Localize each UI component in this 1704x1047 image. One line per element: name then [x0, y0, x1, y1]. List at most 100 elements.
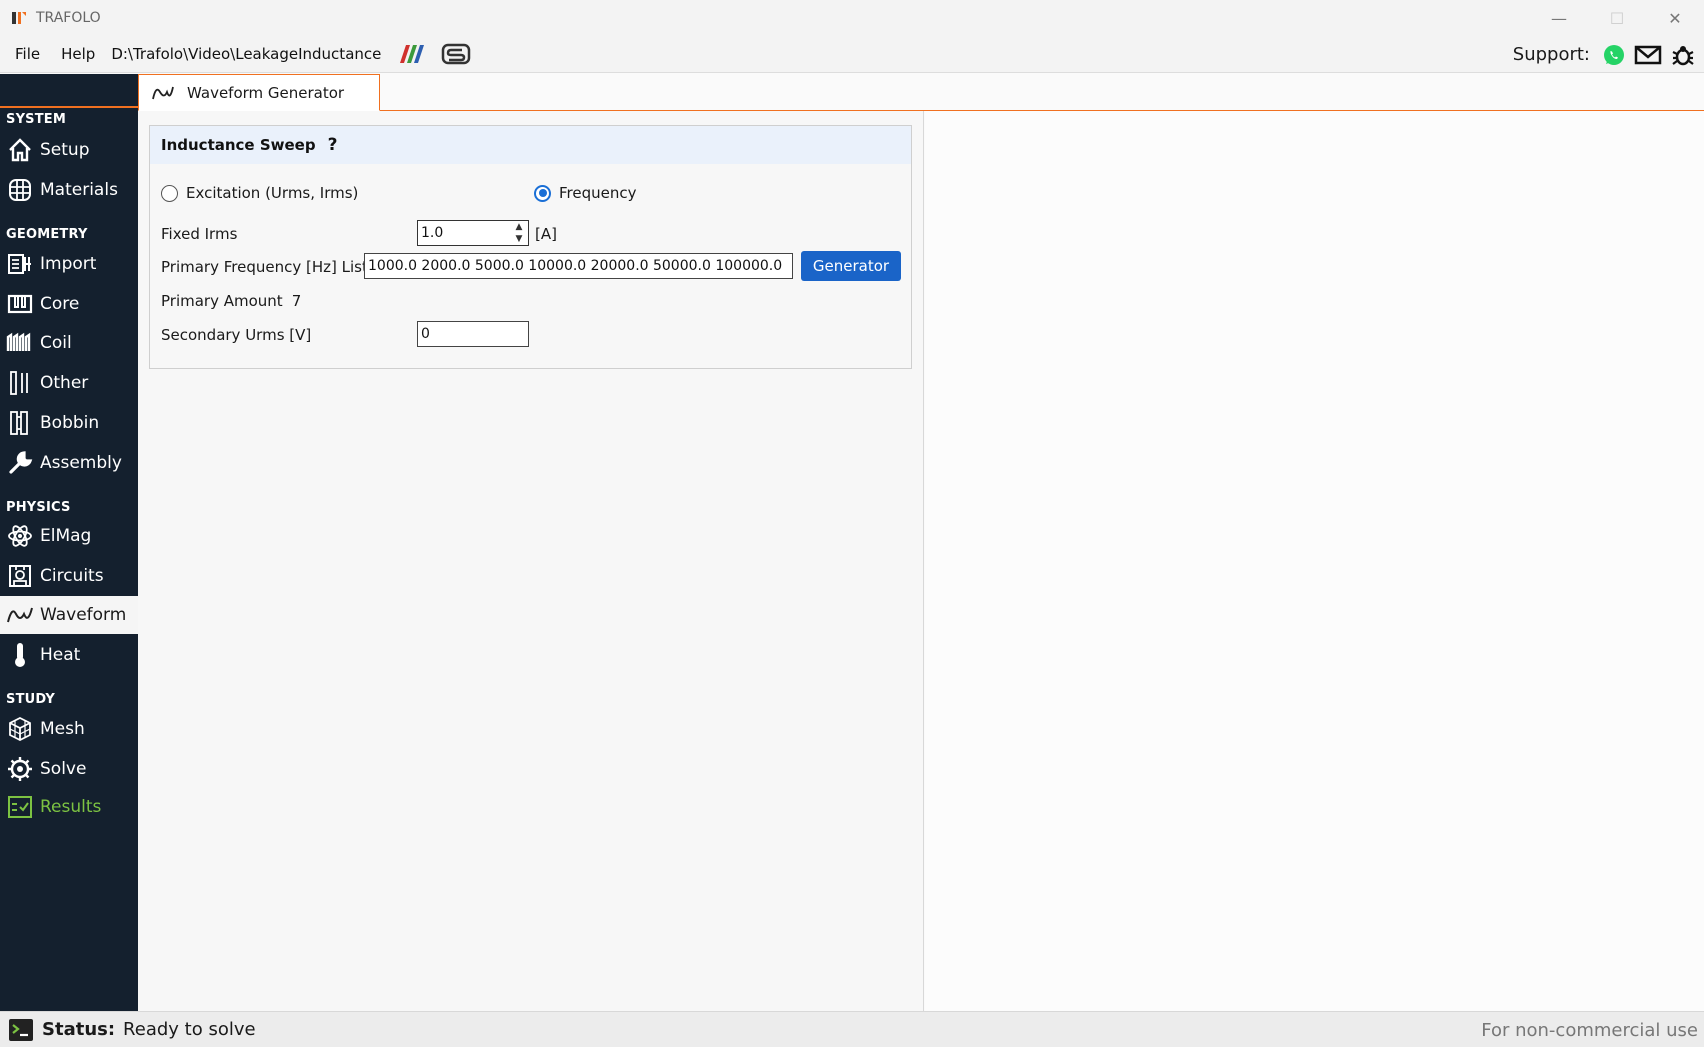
sidebar-item-bobbin[interactable]: Bobbin — [0, 404, 138, 442]
sidebar-item-heat[interactable]: Heat — [0, 636, 138, 674]
sine-wave-icon — [152, 86, 174, 99]
spin-down-icon[interactable]: ▼ — [516, 234, 523, 244]
sidebar-item-label: Assembly — [40, 453, 122, 473]
other-parts-icon — [6, 369, 34, 397]
status-label: Status: — [42, 1019, 116, 1040]
sidebar-item-label: Import — [40, 254, 97, 274]
close-button[interactable]: ✕ — [1646, 0, 1704, 36]
menu-bar: File Help D:\Trafolo\Video\LeakageInduct… — [0, 36, 1704, 73]
fixed-irms-label: Fixed Irms — [161, 225, 238, 243]
trafolo-app-icon — [12, 12, 26, 24]
sidebar-item-label: Results — [40, 797, 102, 817]
main-content: Inductance Sweep ? Excitation (Urms, Irm… — [138, 111, 924, 1011]
tab-strip: Waveform Generator — [138, 74, 1704, 111]
radio-excitation[interactable]: Excitation (Urms, Irms) — [161, 184, 358, 202]
radio-frequency-label: Frequency — [559, 184, 637, 202]
thermometer-icon — [6, 641, 34, 669]
radio-excitation-label: Excitation (Urms, Irms) — [186, 184, 359, 202]
status-text: Ready to solve — [123, 1019, 256, 1040]
tab-label: Waveform Generator — [187, 83, 345, 102]
spin-arrows[interactable]: ▲ ▼ — [512, 222, 526, 244]
sidebar-item-label: Other — [40, 373, 89, 393]
sidebar-item-materials[interactable]: Materials — [0, 171, 138, 209]
whatsapp-icon[interactable] — [1602, 43, 1626, 67]
sidebar-item-label: Solve — [40, 759, 87, 779]
sidebar-item-solve[interactable]: Solve — [0, 750, 138, 788]
section-system: SYSTEM — [6, 112, 67, 127]
help-icon[interactable]: ? — [328, 135, 338, 155]
sidebar-item-setup[interactable]: Setup — [0, 131, 138, 169]
sine-wave-icon — [6, 601, 34, 629]
panel-header: Inductance Sweep ? — [150, 126, 911, 164]
sidebar: SYSTEM Setup Materials GEOMETRY Import C… — [0, 74, 138, 1011]
fixed-irms-spinbox[interactable]: ▲ ▼ — [417, 220, 529, 246]
secondary-urms-input[interactable] — [418, 326, 528, 342]
section-physics: PHYSICS — [6, 500, 71, 515]
radio-frequency[interactable]: Frequency — [534, 184, 637, 202]
preview-area — [925, 111, 1704, 1011]
sidebar-item-label: Mesh — [40, 719, 85, 739]
sidebar-item-circuits[interactable]: Circuits — [0, 557, 138, 595]
bobbin-icon — [6, 409, 34, 437]
sidebar-item-label: ElMag — [40, 526, 92, 546]
terminal-icon[interactable] — [8, 1018, 34, 1042]
radio-button-excitation[interactable] — [161, 184, 178, 202]
minimize-button[interactable]: — — [1530, 0, 1588, 36]
sidebar-item-other[interactable]: Other — [0, 364, 138, 402]
sidebar-item-label: Circuits — [40, 566, 104, 586]
sidebar-item-label: Setup — [40, 140, 90, 160]
core-icon — [6, 290, 34, 318]
coil-icon — [6, 329, 34, 357]
sidebar-item-import[interactable]: Import — [0, 245, 138, 283]
section-geometry: GEOMETRY — [6, 227, 88, 242]
tab-waveform-generator[interactable]: Waveform Generator — [138, 74, 380, 111]
sidebar-item-label: Coil — [40, 333, 72, 353]
project-path: D:\Trafolo\Video\LeakageInductance — [111, 45, 382, 63]
scripting-logo-icon[interactable] — [441, 42, 471, 66]
primary-frequency-input-box[interactable] — [364, 253, 793, 279]
window-title: TRAFOLO — [36, 10, 101, 26]
sidebar-accent-bar — [0, 106, 138, 108]
materials-globe-icon — [6, 176, 34, 204]
sidebar-item-label: Heat — [40, 645, 81, 665]
circuit-icon — [6, 562, 34, 590]
results-check-icon — [6, 793, 34, 821]
maximize-button[interactable]: ☐ — [1588, 0, 1646, 36]
status-bar: Status: Ready to solve For non-commercia… — [0, 1011, 1704, 1047]
atom-icon — [6, 522, 34, 550]
import-icon — [6, 250, 34, 278]
secondary-urms-input-box[interactable] — [417, 321, 529, 347]
bug-report-icon[interactable] — [1670, 42, 1696, 68]
sidebar-item-label: Core — [40, 294, 80, 314]
sidebar-item-results[interactable]: Results — [0, 788, 138, 826]
primary-amount-row: Primary Amount 7 — [161, 292, 301, 310]
sidebar-item-label: Materials — [40, 180, 118, 200]
spin-up-icon[interactable]: ▲ — [516, 222, 523, 232]
sidebar-item-waveform[interactable]: Waveform — [0, 596, 138, 634]
sidebar-item-elmag[interactable]: ElMag — [0, 517, 138, 555]
mesh-cube-icon — [6, 715, 34, 743]
support-label: Support: — [1512, 44, 1590, 65]
support-area: Support: — [1513, 36, 1696, 73]
mail-icon[interactable] — [1634, 44, 1662, 66]
sidebar-item-coil[interactable]: Coil — [0, 324, 138, 362]
menu-help[interactable]: Help — [46, 45, 95, 63]
sidebar-item-mesh[interactable]: Mesh — [0, 710, 138, 748]
radio-button-frequency[interactable] — [534, 184, 551, 202]
sidebar-item-core[interactable]: Core — [0, 285, 138, 323]
wrench-icon — [6, 449, 34, 477]
paraview-logo-icon[interactable] — [397, 43, 427, 65]
primary-frequency-label: Primary Frequency [Hz] List — [161, 258, 368, 276]
sidebar-item-assembly[interactable]: Assembly — [0, 444, 138, 482]
secondary-urms-label: Secondary Urms [V] — [161, 326, 312, 344]
inductance-sweep-panel: Inductance Sweep ? Excitation (Urms, Irm… — [149, 125, 912, 369]
generator-button[interactable]: Generator — [801, 251, 901, 281]
solve-gear-icon — [6, 755, 34, 783]
primary-frequency-input[interactable] — [365, 258, 792, 274]
sidebar-item-label: Waveform — [40, 605, 127, 625]
menu-file[interactable]: File — [0, 45, 40, 63]
fixed-irms-unit: [A] — [535, 225, 557, 243]
sidebar-item-label: Bobbin — [40, 413, 100, 433]
window-controls: — ☐ ✕ — [1530, 0, 1704, 36]
panel-title: Inductance Sweep — [161, 136, 316, 154]
